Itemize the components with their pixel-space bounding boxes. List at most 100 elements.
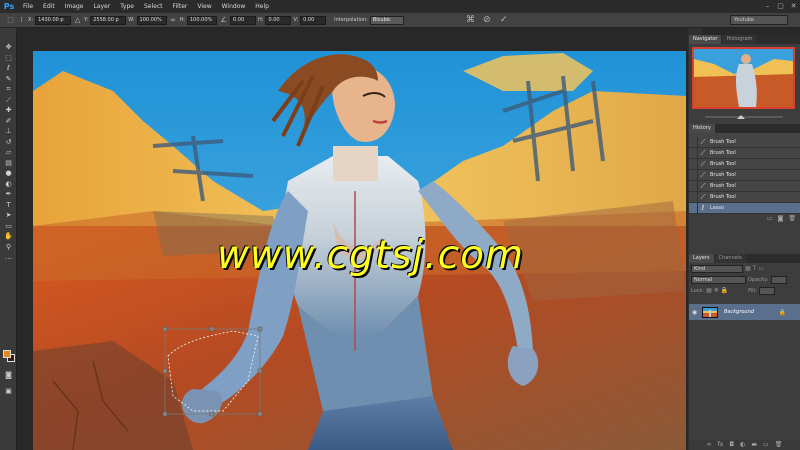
- new-document-icon[interactable]: ▭: [767, 214, 773, 223]
- history-snapshot-box[interactable]: [689, 191, 698, 203]
- blur-icon[interactable]: ●: [0, 168, 17, 179]
- tab-layers[interactable]: Layers: [689, 254, 714, 263]
- fill-field[interactable]: [758, 286, 775, 295]
- eraser-icon[interactable]: ▱: [0, 147, 17, 158]
- gradient-icon[interactable]: ▤: [0, 158, 17, 169]
- blend-mode-select[interactable]: Normal: [691, 275, 746, 284]
- reference-point-icon[interactable]: ⁞: [17, 16, 26, 24]
- path-select-icon[interactable]: ➤: [0, 210, 17, 221]
- tab-history[interactable]: History: [689, 124, 715, 133]
- lasso-icon[interactable]: ℓ: [0, 63, 17, 74]
- eyedropper-icon[interactable]: ⟋: [0, 95, 17, 106]
- menu-file[interactable]: File: [18, 0, 38, 13]
- lock-position-icon[interactable]: ✥: [714, 287, 719, 294]
- interpolation-select[interactable]: Bicubic: [369, 15, 404, 25]
- menu-image[interactable]: Image: [60, 0, 89, 13]
- canvas-area[interactable]: www.cgtsj.com: [17, 28, 686, 450]
- move-icon[interactable]: ✥: [0, 42, 17, 53]
- history-item[interactable]: ⟋ Brush Tool: [689, 136, 800, 148]
- menu-select[interactable]: Select: [139, 0, 168, 13]
- history-item-label: Brush Tool: [710, 172, 736, 178]
- cancel-transform-icon[interactable]: ⊘: [483, 15, 491, 25]
- history-item[interactable]: ⟋ Brush Tool: [689, 191, 800, 203]
- stamp-icon[interactable]: ⊥: [0, 126, 17, 137]
- menu-type[interactable]: Type: [115, 0, 139, 13]
- width-field[interactable]: 100.00%: [136, 15, 167, 25]
- screen-mode-icon[interactable]: ▣: [0, 386, 17, 397]
- link-layers-icon[interactable]: ∞: [707, 440, 712, 450]
- shape-icon[interactable]: ▭: [0, 221, 17, 232]
- delta-icon[interactable]: △: [73, 16, 82, 24]
- adjustment-layer-icon[interactable]: ◐: [740, 440, 745, 450]
- x-field[interactable]: 1430.00 p: [35, 15, 72, 25]
- layer-filter-select[interactable]: Kind: [691, 264, 743, 273]
- type-icon[interactable]: T: [0, 200, 17, 211]
- height-field[interactable]: 100.00%: [187, 15, 217, 25]
- more-tools-icon[interactable]: …: [0, 252, 17, 263]
- workspace-select[interactable]: Youtube: [730, 15, 788, 25]
- history-item[interactable]: ⟋ Brush Tool: [689, 180, 800, 192]
- visibility-eye-icon[interactable]: ◉: [689, 309, 700, 316]
- history-item[interactable]: ⟋ Brush Tool: [689, 169, 800, 181]
- history-snapshot-box[interactable]: [689, 136, 698, 148]
- camera-icon[interactable]: ◙: [778, 214, 784, 223]
- filter-pixel-icon[interactable]: ▦: [745, 265, 751, 272]
- navigator-thumbnail[interactable]: [692, 47, 795, 109]
- history-item[interactable]: ⟋ Brush Tool: [689, 158, 800, 170]
- filter-type-icon[interactable]: T: [753, 265, 757, 272]
- new-layer-icon[interactable]: ▭: [763, 440, 769, 450]
- foreground-color-swatch[interactable]: [3, 350, 11, 358]
- add-mask-icon[interactable]: ◘: [729, 440, 734, 450]
- history-item[interactable]: ⟋ Brush Tool: [689, 147, 800, 159]
- maximize-button[interactable]: ▢: [774, 0, 787, 13]
- angle-field[interactable]: 0.00: [230, 15, 256, 25]
- navigator-tabs: Navigator Histogram: [689, 35, 800, 44]
- layer-row-background[interactable]: ◉ Background 🔒: [689, 304, 800, 320]
- history-brush-icon[interactable]: ↺: [0, 137, 17, 148]
- healing-icon[interactable]: ✚: [0, 105, 17, 116]
- opacity-field[interactable]: [770, 275, 787, 284]
- marquee-icon[interactable]: ⬚: [0, 53, 17, 64]
- lock-all-icon[interactable]: 🔒: [721, 287, 728, 294]
- crop-icon[interactable]: ⌗: [0, 84, 17, 95]
- h-skew-field[interactable]: 0.00: [265, 15, 292, 25]
- menu-view[interactable]: View: [192, 0, 216, 13]
- lock-pixels-icon[interactable]: ▦: [706, 287, 712, 294]
- history-snapshot-box[interactable]: [689, 147, 698, 159]
- dodge-icon[interactable]: ◐: [0, 179, 17, 190]
- tab-histogram[interactable]: Histogram: [722, 35, 757, 44]
- menu-help[interactable]: Help: [250, 0, 274, 13]
- trash-icon[interactable]: 🗑: [788, 214, 796, 223]
- menu-filter[interactable]: Filter: [168, 0, 193, 13]
- tab-navigator[interactable]: Navigator: [689, 35, 722, 44]
- menu-window[interactable]: Window: [217, 0, 251, 13]
- link-icon[interactable]: ∞: [169, 16, 178, 24]
- brush-icon[interactable]: ✐: [0, 116, 17, 127]
- navigator-zoom-slider[interactable]: [697, 115, 791, 119]
- history-snapshot-box[interactable]: [689, 169, 698, 181]
- zoom-icon[interactable]: ⚲: [0, 242, 17, 253]
- new-group-icon[interactable]: ▬: [751, 440, 757, 450]
- layer-style-icon[interactable]: fx: [718, 440, 724, 450]
- warp-icon[interactable]: ⌘: [466, 15, 475, 25]
- quick-mask-icon[interactable]: ◙: [0, 370, 17, 381]
- history-snapshot-box[interactable]: [689, 180, 698, 192]
- history-snapshot-box[interactable]: [689, 202, 698, 214]
- tab-channels[interactable]: Channels: [714, 254, 746, 263]
- history-snapshot-box[interactable]: [689, 158, 698, 170]
- menu-layer[interactable]: Layer: [88, 0, 115, 13]
- pen-icon[interactable]: ✒: [0, 189, 17, 200]
- transform-tool-icon[interactable]: ⬚: [6, 16, 15, 24]
- hand-icon[interactable]: ✋: [0, 231, 17, 242]
- minimize-button[interactable]: –: [761, 0, 774, 13]
- menu-edit[interactable]: Edit: [38, 0, 60, 13]
- layers-tabs: Layers Channels: [689, 254, 800, 263]
- v-skew-field[interactable]: 0.00: [300, 15, 327, 25]
- delete-layer-icon[interactable]: 🗑: [775, 440, 783, 450]
- close-button[interactable]: ✕: [787, 0, 800, 13]
- filter-shape-icon[interactable]: ▭: [758, 265, 764, 272]
- history-item-active[interactable]: ℓ Lasso: [689, 202, 800, 214]
- y-field[interactable]: 2558.00 p: [90, 15, 127, 25]
- commit-transform-icon[interactable]: ✓: [500, 15, 508, 25]
- quick-select-icon[interactable]: ✎: [0, 74, 17, 85]
